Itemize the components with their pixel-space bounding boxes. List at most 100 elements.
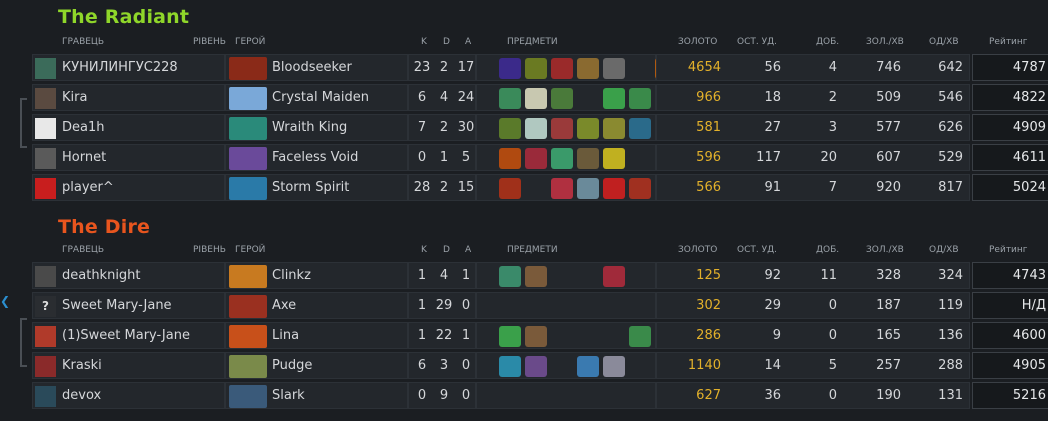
xpm: 288 bbox=[938, 358, 963, 373]
denies: 7 bbox=[828, 180, 837, 195]
player-name[interactable]: player^ bbox=[62, 175, 114, 201]
item-icon[interactable] bbox=[499, 148, 521, 169]
player-name[interactable]: Hornet bbox=[62, 145, 106, 171]
item-icon[interactable] bbox=[629, 326, 651, 347]
item-icon[interactable] bbox=[499, 178, 521, 199]
assists: 24 bbox=[457, 90, 475, 105]
deaths: 2 bbox=[439, 180, 449, 195]
hero-cell: 15Crystal Maiden bbox=[225, 84, 408, 111]
item-icon[interactable] bbox=[603, 148, 625, 169]
item-icon[interactable] bbox=[525, 326, 547, 347]
item-icon[interactable] bbox=[499, 266, 521, 287]
hero-portrait bbox=[229, 117, 267, 140]
player-name-cell[interactable]: deathknight bbox=[32, 262, 225, 289]
player-name[interactable]: КУНИЛИНГУС228 bbox=[62, 55, 178, 81]
player-name[interactable]: Dea1h bbox=[62, 115, 105, 141]
header-gold: ЗОЛОТО bbox=[678, 37, 718, 47]
item-icon[interactable] bbox=[551, 58, 573, 79]
player-name-cell[interactable]: Kraski bbox=[32, 352, 225, 379]
player-row[interactable]: Hornet14Faceless Void0155961172060752946… bbox=[32, 144, 1048, 171]
denies: 20 bbox=[820, 150, 837, 165]
player-name[interactable]: Kira bbox=[62, 85, 87, 111]
item-icon[interactable] bbox=[603, 88, 625, 109]
deaths: 2 bbox=[439, 120, 449, 135]
item-icon[interactable] bbox=[551, 88, 573, 109]
last-hits: 36 bbox=[764, 388, 781, 403]
header-gpm: ЗОЛ./ХВ bbox=[866, 245, 904, 255]
player-row[interactable]: Kira 15Crystal Maiden 64 24 966 18 2 509 546 4822 bbox=[32, 84, 1048, 111]
player-name-cell[interactable]: player^ bbox=[32, 174, 225, 201]
item-icon[interactable] bbox=[603, 178, 625, 199]
player-row[interactable]: deathknight11Clinkz14112592113283244743 bbox=[32, 262, 1048, 289]
item-icon[interactable] bbox=[525, 58, 547, 79]
kills: 6 bbox=[417, 90, 427, 105]
player-row[interactable]: Dea1h 16Wraith King 72 30 581 27 3 577 626 4909 bbox=[32, 114, 1048, 141]
item-icon[interactable] bbox=[525, 148, 547, 169]
last-hits: 9 bbox=[772, 328, 781, 343]
player-name[interactable]: devox bbox=[62, 383, 101, 409]
item-icon[interactable] bbox=[525, 118, 547, 139]
item-icon[interactable] bbox=[551, 178, 573, 199]
stats-cell: 1140 14 5 257 288 bbox=[656, 352, 970, 379]
gold-value: 4654 bbox=[687, 60, 721, 75]
kills: 0 bbox=[417, 388, 427, 403]
item-icon[interactable] bbox=[603, 356, 625, 377]
item-icon[interactable] bbox=[551, 118, 573, 139]
hero-name: Faceless Void bbox=[272, 150, 359, 165]
item-icon[interactable] bbox=[577, 148, 599, 169]
player-rating: 5024 bbox=[972, 174, 1048, 201]
deaths: 4 bbox=[439, 90, 449, 105]
xpm: 642 bbox=[938, 60, 963, 75]
item-icon[interactable] bbox=[603, 266, 625, 287]
item-icon[interactable] bbox=[577, 178, 599, 199]
item-icon[interactable] bbox=[499, 118, 521, 139]
player-name[interactable]: deathknight bbox=[62, 263, 141, 289]
player-name-cell[interactable]: Hornet bbox=[32, 144, 225, 171]
player-name-cell[interactable]: Dea1h bbox=[32, 114, 225, 141]
item-icon[interactable] bbox=[629, 118, 651, 139]
stats-cell: 125 92 11 328 324 bbox=[656, 262, 970, 289]
player-row[interactable]: КУНИЛИНГУС228 16Bloodseeker 23 2 17 4654 56 4 74… bbox=[32, 54, 1048, 81]
player-name-cell[interactable]: devox bbox=[32, 382, 225, 409]
player-name-cell[interactable]: Kira bbox=[32, 84, 225, 111]
item-icon[interactable] bbox=[525, 88, 547, 109]
player-rating: 4611 bbox=[972, 144, 1048, 171]
item-icon[interactable] bbox=[525, 356, 547, 377]
player-name[interactable]: Kraski bbox=[62, 353, 102, 379]
item-icon[interactable] bbox=[499, 356, 521, 377]
player-row[interactable]: player^ 18Storm Spirit 28 2 15 566 91 7 920 817 50… bbox=[32, 174, 1048, 201]
player-row[interactable]: devox7Slark0906273601901315216 bbox=[32, 382, 1048, 409]
kda-cell: 1 29 0 bbox=[408, 292, 476, 319]
denies: 4 bbox=[828, 60, 837, 75]
item-icon[interactable] bbox=[525, 266, 547, 287]
header-d: D bbox=[443, 37, 450, 47]
header-a: A bbox=[465, 245, 472, 255]
player-row[interactable]: ? Sweet Mary-Jane 7Axe 1 29 0 302 29 0 187 119 Н/Д bbox=[32, 292, 1048, 319]
item-icon[interactable] bbox=[551, 148, 573, 169]
assists: 5 bbox=[461, 150, 471, 165]
item-icon[interactable] bbox=[603, 58, 625, 79]
items-cell bbox=[476, 54, 677, 81]
assists: 0 bbox=[461, 388, 471, 403]
item-icon[interactable] bbox=[499, 88, 521, 109]
player-name[interactable]: Sweet Mary-Jane bbox=[62, 293, 172, 319]
item-icon[interactable] bbox=[629, 178, 651, 199]
item-icon[interactable] bbox=[629, 88, 651, 109]
player-rating: 4905 bbox=[972, 352, 1048, 379]
party-bracket bbox=[20, 98, 27, 148]
item-icon[interactable] bbox=[577, 356, 599, 377]
item-icon[interactable] bbox=[499, 58, 521, 79]
player-name-cell[interactable]: (1)Sweet Mary-Jane bbox=[32, 322, 225, 349]
player-name-cell[interactable]: КУНИЛИНГУС228 bbox=[32, 54, 225, 81]
item-icon[interactable] bbox=[577, 58, 599, 79]
item-icon[interactable] bbox=[499, 326, 521, 347]
side-indicator-icon: ❮ bbox=[0, 294, 11, 308]
player-row[interactable]: (1)Sweet Mary-Jane 7Lina 1 22 1 286 9 0 165 136 46… bbox=[32, 322, 1048, 349]
denies: 2 bbox=[828, 90, 837, 105]
player-row[interactable]: Kraski11Pudge63011401452572884905 bbox=[32, 352, 1048, 379]
item-icon[interactable] bbox=[577, 118, 599, 139]
player-name[interactable]: (1)Sweet Mary-Jane bbox=[62, 323, 190, 349]
item-icon[interactable] bbox=[603, 118, 625, 139]
gold-value: 596 bbox=[696, 150, 721, 165]
player-name-cell[interactable]: ? Sweet Mary-Jane bbox=[32, 292, 225, 319]
